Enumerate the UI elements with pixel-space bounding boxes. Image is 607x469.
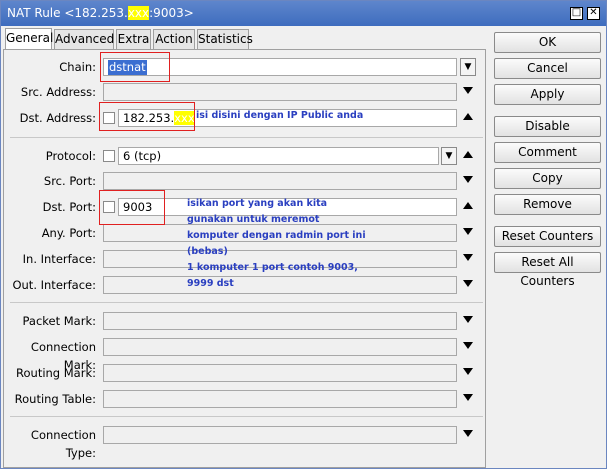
routing-table-row: Routing Table: [4,390,487,408]
chain-dropdown-button[interactable]: ▼ [460,58,476,76]
reset-counters-button[interactable]: Reset Counters [494,226,601,247]
protocol-negate-checkbox[interactable] [103,150,115,162]
expand-down-icon[interactable] [463,368,473,375]
in-interface-label: In. Interface: [22,252,96,266]
routing-mark-field[interactable] [103,364,457,382]
packet-mark-field[interactable] [103,312,457,330]
expand-down-icon[interactable] [463,316,473,323]
reset-all-counters-button[interactable]: Reset All Counters [494,252,601,288]
connection-mark-field[interactable] [103,338,457,356]
expand-down-icon[interactable] [463,280,473,287]
tab-advanced[interactable]: Advanced [54,29,114,49]
collapse-up-icon[interactable] [463,202,473,209]
expand-down-icon[interactable] [463,430,473,437]
packet-mark-row: Packet Mark: [4,312,487,330]
ok-button[interactable]: OK [494,32,601,53]
src-port-row: Src. Port: [4,172,487,190]
src-port-label: Src. Port: [43,174,96,188]
any-port-label: Any. Port: [41,226,96,240]
chain-label: Chain: [59,60,96,74]
dropdown-icon: ▼ [464,62,472,72]
connection-type-label: Connection Type: [30,428,96,460]
routing-table-field[interactable] [103,390,457,408]
out-interface-label: Out. Interface: [12,278,96,292]
window-titlebar: NAT Rule <182.253.xxx:9003> □ ✕ [1,1,606,26]
src-address-field[interactable] [103,83,457,101]
cancel-button[interactable]: Cancel [494,58,601,79]
expand-down-icon[interactable] [463,254,473,261]
copy-button[interactable]: Copy [494,168,601,189]
dst-port-note: isikan port yang akan kita gunakan untuk… [187,198,366,289]
connection-mark-row: Connection Mark: [4,338,487,372]
dst-address-note: isi disini dengan IP Public anda [196,110,364,121]
expand-down-icon[interactable] [463,87,473,94]
section-divider [10,416,483,417]
collapse-up-icon[interactable] [463,151,473,158]
protocol-field[interactable]: 6 (tcp) [118,147,439,165]
dst-address-label: Dst. Address: [19,111,96,125]
section-divider [10,302,483,303]
routing-table-label: Routing Table: [14,392,96,406]
routing-mark-label: Routing Mark: [16,366,96,380]
tab-action[interactable]: Action [153,29,195,49]
nat-rule-window: NAT Rule <182.253.xxx:9003> □ ✕ General … [0,0,607,469]
general-panel: Chain: dstnat ▼ Src. Address: Dst. Addre… [3,49,486,468]
dst-port-annotation-box [99,190,165,225]
protocol-dropdown-button[interactable]: ▼ [441,147,457,165]
tab-statistics[interactable]: Statistics [197,29,253,49]
protocol-label: Protocol: [45,149,96,163]
expand-down-icon[interactable] [463,342,473,349]
tab-extra[interactable]: Extra [116,29,151,49]
expand-down-icon[interactable] [463,228,473,235]
chain-row: Chain: dstnat ▼ [4,58,487,76]
expand-down-icon[interactable] [463,176,473,183]
disable-button[interactable]: Disable [494,116,601,137]
dropdown-icon: ▼ [445,151,453,161]
window-title: NAT Rule <182.253.xxx:9003> [7,6,194,20]
apply-button[interactable]: Apply [494,84,601,105]
src-address-label: Src. Address: [20,85,96,99]
maximize-button[interactable]: □ [570,7,583,20]
section-divider [10,137,483,138]
remove-button[interactable]: Remove [494,194,601,215]
connection-type-row: Connection Type: [4,426,487,460]
comment-button[interactable]: Comment [494,142,601,163]
protocol-row: Protocol: 6 (tcp) ▼ [4,147,487,165]
dst-port-label: Dst. Port: [42,200,96,214]
collapse-up-icon[interactable] [463,113,473,120]
chain-annotation-box [100,52,170,82]
connection-type-field[interactable] [103,426,457,444]
dst-address-annotation-box [99,102,195,131]
routing-mark-row: Routing Mark: [4,364,487,382]
tab-general[interactable]: General [5,28,53,50]
close-button[interactable]: ✕ [587,7,600,20]
title-redaction: xxx [127,6,150,20]
expand-down-icon[interactable] [463,394,473,401]
src-address-row: Src. Address: [4,83,487,101]
src-port-field[interactable] [103,172,457,190]
packet-mark-label: Packet Mark: [22,314,96,328]
